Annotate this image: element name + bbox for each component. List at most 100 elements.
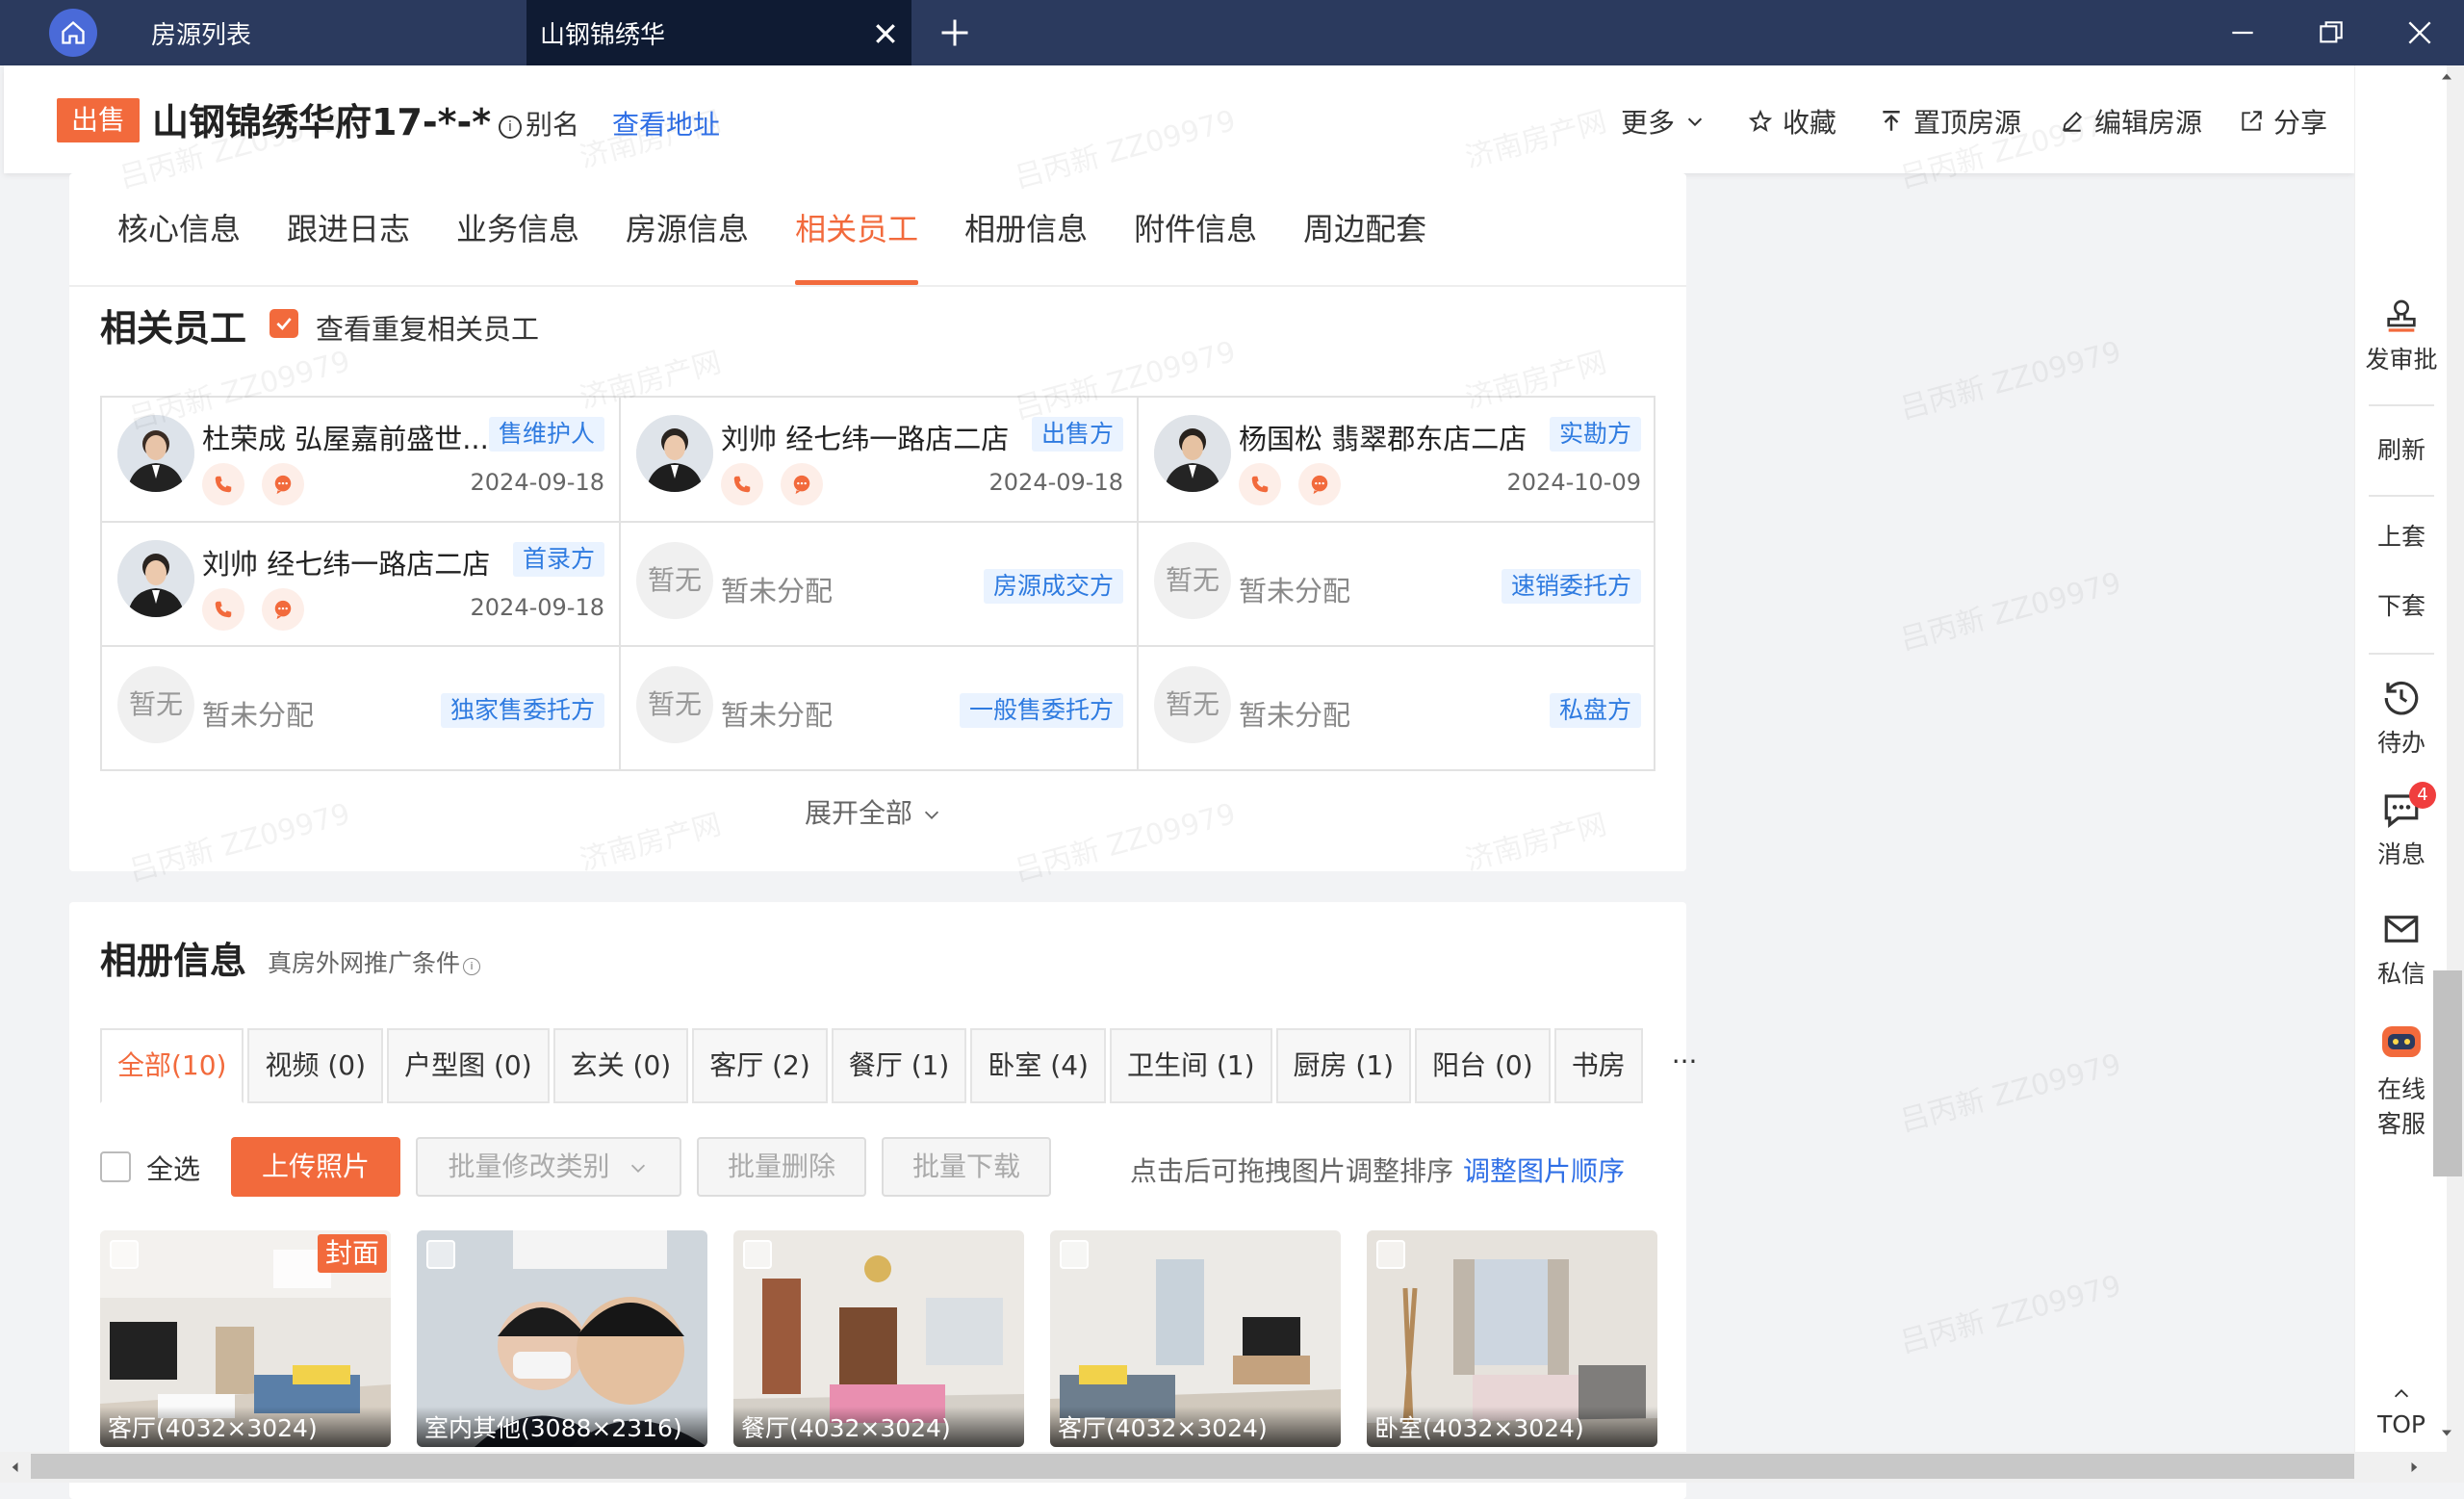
- tab-album[interactable]: 相册信息: [964, 173, 1088, 285]
- approve-button[interactable]: 发审批: [2355, 297, 2448, 375]
- chat-button[interactable]: [781, 463, 823, 505]
- horizontal-scrollbar-thumb[interactable]: [31, 1454, 2354, 1479]
- category-tab-video[interactable]: 视频 (0): [247, 1028, 384, 1103]
- staff-cell: 暂无 暂未分配 房源成交方: [621, 523, 1139, 647]
- tab-core-info[interactable]: 核心信息: [117, 173, 241, 285]
- star-icon: [1748, 109, 1773, 132]
- pin-listing-button[interactable]: 置顶房源: [1879, 102, 2021, 141]
- messages-count-badge: 4: [2409, 782, 2436, 809]
- more-categories-button[interactable]: ···: [1672, 1028, 1698, 1103]
- chevron-down-icon: [924, 811, 938, 819]
- tab-attachments[interactable]: 附件信息: [1134, 173, 1257, 285]
- home-button[interactable]: [49, 9, 97, 57]
- scroll-up-arrow-icon[interactable]: [2437, 67, 2456, 87]
- staff-grid: 杜荣成 弘屋嘉前盛世... 售维护人 2024-09-18 刘帅 经七纬一路店二…: [100, 396, 1656, 771]
- category-tab-dining-room[interactable]: 餐厅 (1): [831, 1028, 967, 1103]
- tab-listing-info[interactable]: 房源信息: [626, 173, 749, 285]
- select-all-checkbox[interactable]: [100, 1151, 131, 1182]
- add-tab-icon[interactable]: [937, 15, 972, 50]
- vertical-scrollbar-thumb[interactable]: [2433, 970, 2462, 1176]
- chat-button[interactable]: [1298, 463, 1341, 505]
- info-icon: i: [463, 958, 481, 975]
- category-tab-study[interactable]: 书房: [1553, 1028, 1643, 1103]
- upload-photos-button[interactable]: 上传照片: [231, 1137, 400, 1197]
- back-to-top-button[interactable]: TOP: [2355, 1383, 2448, 1438]
- adjust-order-link[interactable]: 调整图片顺序: [1463, 1150, 1625, 1189]
- staff-name: 暂未分配: [721, 575, 834, 607]
- vertical-scrollbar[interactable]: [2447, 65, 2464, 1452]
- batch-change-category-button[interactable]: 批量修改类别: [416, 1137, 681, 1197]
- staff-cell: 刘帅 经七纬一路店二店 出售方 2024-09-18: [621, 398, 1139, 522]
- tab-surroundings[interactable]: 周边配套: [1303, 173, 1426, 285]
- todo-button[interactable]: 待办: [2355, 678, 2448, 759]
- photo-thumbnail[interactable]: 卧室(4032×3024): [1367, 1230, 1657, 1447]
- close-window-icon[interactable]: [2404, 17, 2435, 48]
- call-button[interactable]: [1239, 463, 1281, 505]
- photo-checkbox[interactable]: [110, 1240, 139, 1269]
- person-avatar-image: [117, 415, 194, 492]
- chat-button[interactable]: [262, 463, 304, 505]
- show-duplicates-checkbox[interactable]: [270, 309, 298, 338]
- tab-related-staff[interactable]: 相关员工: [795, 173, 919, 285]
- drag-sort-hint: 点击后可拖拽图片调整排序: [1130, 1155, 1454, 1187]
- minimize-icon[interactable]: [2227, 17, 2258, 48]
- scroll-right-arrow-icon[interactable]: [2404, 1458, 2424, 1477]
- category-tab-living-room[interactable]: 客厅 (2): [692, 1028, 828, 1103]
- photo-thumbnail[interactable]: 封面 客厅(4032×3024): [100, 1230, 391, 1447]
- photo-checkbox[interactable]: [1060, 1240, 1089, 1269]
- category-tab-bedroom[interactable]: 卧室 (4): [970, 1028, 1106, 1103]
- category-tab-floorplan[interactable]: 户型图 (0): [387, 1028, 550, 1103]
- batch-download-button[interactable]: 批量下载: [882, 1137, 1051, 1197]
- category-tab-all[interactable]: 全部(10): [100, 1028, 244, 1103]
- property-title: 山钢锦绣华府17-*-*: [152, 101, 492, 143]
- more-button[interactable]: 更多: [1621, 102, 1706, 141]
- photo-thumbnail[interactable]: 室内其他(3088×2316): [417, 1230, 707, 1447]
- refresh-button[interactable]: 刷新: [2355, 431, 2448, 466]
- person-avatar-image: [1154, 415, 1231, 492]
- role-badge: 私盘方: [1549, 693, 1641, 728]
- call-button[interactable]: [721, 463, 763, 505]
- close-tab-icon[interactable]: [871, 19, 900, 48]
- photo-thumbnail[interactable]: 客厅(4032×3024): [1050, 1230, 1341, 1447]
- edit-listing-button[interactable]: 编辑房源: [2060, 102, 2202, 141]
- tab-follow-log[interactable]: 跟进日志: [287, 173, 410, 285]
- call-button[interactable]: [202, 463, 244, 505]
- staff-cell: 暂无 暂未分配 私盘方: [1139, 647, 1656, 771]
- tab-business-info[interactable]: 业务信息: [456, 173, 579, 285]
- photo-thumbnail[interactable]: 餐厅(4032×3024): [733, 1230, 1024, 1447]
- photo-checkbox[interactable]: [1376, 1240, 1405, 1269]
- category-tab-balcony[interactable]: 阳台 (0): [1415, 1028, 1551, 1103]
- share-button[interactable]: 分享: [2239, 102, 2327, 141]
- staff-avatar: [636, 415, 713, 492]
- chat-button[interactable]: [262, 588, 304, 631]
- category-tab-entrance[interactable]: 玄关 (0): [552, 1028, 689, 1103]
- favorite-button[interactable]: 收藏: [1748, 102, 1836, 141]
- section-title-staff: 相关员工: [100, 307, 247, 349]
- batch-delete-button[interactable]: 批量删除: [697, 1137, 866, 1197]
- view-address-link[interactable]: 查看地址: [612, 104, 720, 142]
- prev-listing-button[interactable]: 上套: [2355, 518, 2448, 553]
- next-listing-button[interactable]: 下套: [2355, 587, 2448, 622]
- call-button[interactable]: [202, 588, 244, 631]
- role-badge: 实勘方: [1549, 417, 1641, 452]
- restore-icon[interactable]: [2316, 17, 2347, 48]
- tab-house-list[interactable]: 房源列表: [111, 0, 525, 65]
- photo-checkbox[interactable]: [743, 1240, 772, 1269]
- alias-link[interactable]: i 别名: [499, 104, 579, 142]
- photo-caption: 室内其他(3088×2316): [417, 1407, 707, 1447]
- photo-checkbox[interactable]: [426, 1240, 455, 1269]
- expand-all-button[interactable]: 展开全部: [805, 792, 942, 831]
- role-badge: 一般售委托方: [959, 693, 1123, 728]
- role-badge: 速销委托方: [1501, 569, 1641, 604]
- promotion-conditions-link[interactable]: 真房外网推广条件 i: [268, 944, 481, 979]
- watermark: 吕丙新 ZZ09979: [1896, 334, 2125, 426]
- sidebar-divider: [2369, 653, 2434, 655]
- tab-property-detail[interactable]: 山钢锦绣华府-80918B5E51BD1: [526, 0, 911, 121]
- scroll-left-arrow-icon[interactable]: [6, 1458, 25, 1477]
- scroll-down-arrow-icon[interactable]: [2437, 1423, 2456, 1442]
- pin-top-icon: [1883, 111, 1900, 131]
- category-tab-bathroom[interactable]: 卫生间 (1): [1109, 1028, 1272, 1103]
- sale-tag: 出售: [57, 98, 140, 142]
- category-tab-kitchen[interactable]: 厨房 (1): [1275, 1028, 1412, 1103]
- messages-button[interactable]: 4 消息: [2355, 782, 2448, 870]
